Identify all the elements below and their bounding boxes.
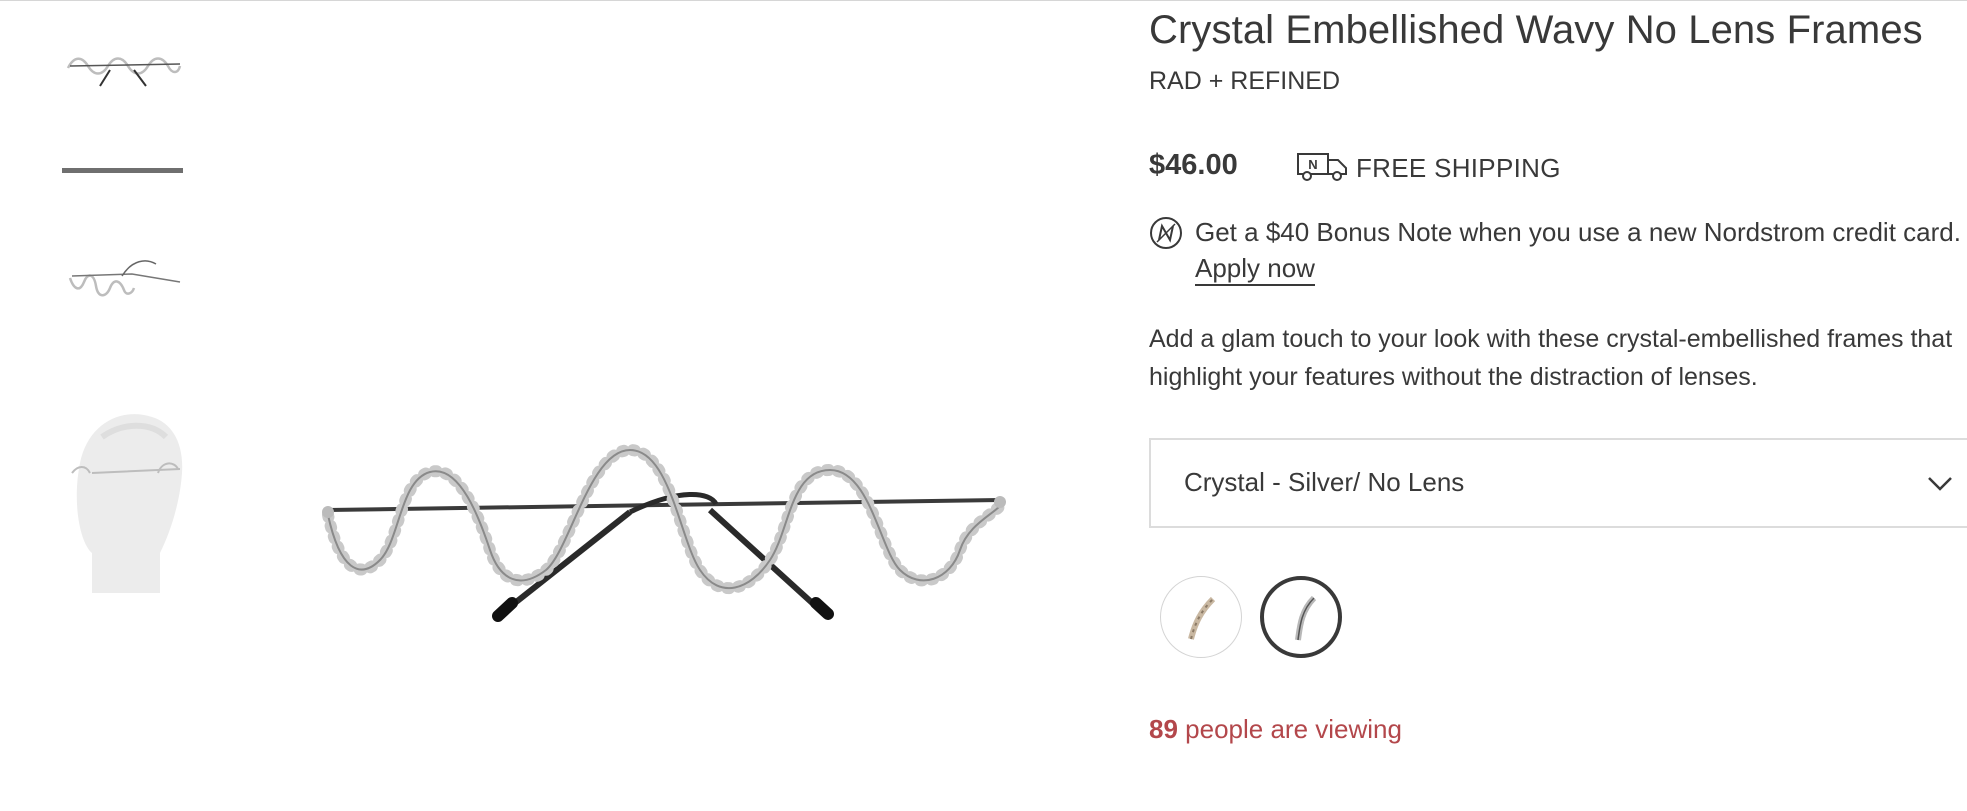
chevron-down-icon (1925, 472, 1955, 499)
truck-icon: N (1296, 150, 1348, 187)
truck-icon-letter: N (1308, 157, 1317, 172)
product-info-panel: Crystal Embellished Wavy No Lens Frames … (1149, 0, 1967, 811)
nordstrom-note-icon (1149, 216, 1183, 255)
thumbnail-active-indicator (62, 168, 183, 173)
thumbnail-angle-view[interactable] (62, 238, 186, 328)
people-viewing-indicator: 89 people are viewing (1149, 714, 1402, 745)
product-price: $46.00 (1149, 149, 1238, 181)
swatch-tortoise[interactable] (1160, 576, 1242, 658)
swatch-crystal-silver[interactable] (1260, 576, 1342, 658)
product-description: Add a glam touch to your look with these… (1149, 325, 1953, 391)
thumbnail-front-view[interactable] (62, 40, 186, 98)
product-title: Crystal Embellished Wavy No Lens Frames (1149, 8, 1923, 52)
brand-link[interactable]: RAD + REFINED (1149, 67, 1340, 96)
apply-now-link[interactable]: Apply now (1195, 254, 1315, 287)
color-select-value: Crystal - Silver/ No Lens (1184, 467, 1465, 497)
color-select-dropdown[interactable]: Crystal - Silver/ No Lens (1149, 438, 1967, 528)
thumbnail-mannequin-view[interactable] (62, 403, 186, 593)
viewing-text: people are viewing (1177, 714, 1402, 744)
free-shipping-label: FREE SHIPPING (1356, 153, 1561, 183)
viewing-count: 89 (1149, 714, 1178, 744)
main-product-image[interactable] (300, 420, 1020, 650)
bonus-note-text: Get a $40 Bonus Note when you use a new … (1195, 217, 1961, 247)
free-shipping-badge: N FREE SHIPPING (1296, 150, 1561, 187)
